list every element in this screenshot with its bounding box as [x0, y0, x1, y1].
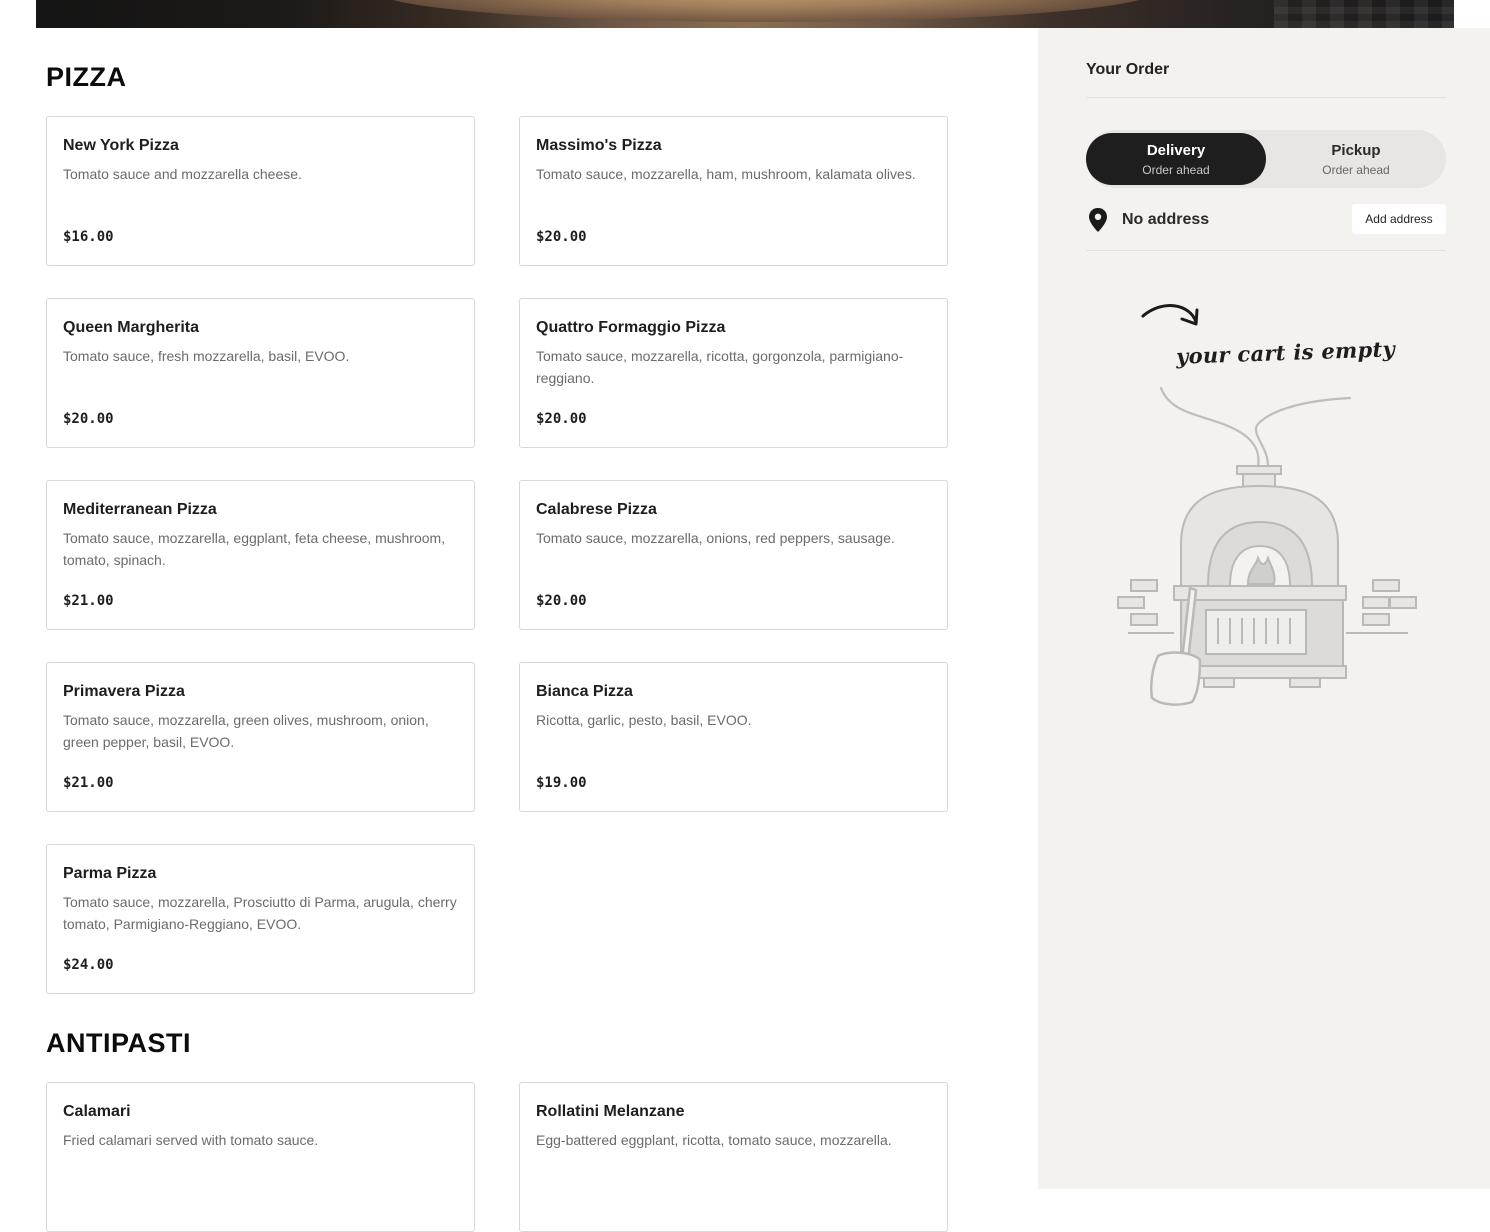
- menu-item-description: Tomato sauce, fresh mozzarella, basil, E…: [63, 348, 350, 364]
- menu-item-price: $21.00: [63, 593, 114, 609]
- delivery-label: Delivery: [1146, 142, 1206, 159]
- menu-item-description: Ricotta, garlic, pesto, basil, EVOO.: [536, 712, 752, 728]
- add-address-button[interactable]: Add address: [1352, 204, 1446, 234]
- address-row: No address Add address: [1086, 204, 1446, 236]
- menu-item-price: $20.00: [536, 229, 587, 245]
- menu-item-price: $19.00: [536, 775, 587, 791]
- curved-arrow-icon: [1141, 304, 1199, 326]
- menu-item-price: $20.00: [536, 411, 587, 427]
- menu-item-name: Queen Margherita: [63, 319, 200, 336]
- hero-image: [36, 0, 1454, 28]
- menu-item-name: Calamari: [63, 1103, 131, 1120]
- menu-item-card[interactable]: New York Pizza Tomato sauce and mozzarel…: [46, 116, 475, 266]
- hero-pizza-shape: [376, 0, 1156, 22]
- pickup-label: Pickup: [1331, 142, 1381, 159]
- menu-item-card[interactable]: Queen Margherita Tomato sauce, fresh moz…: [46, 298, 475, 448]
- order-title: Your Order: [1086, 61, 1170, 78]
- menu-item-name: Quattro Formaggio Pizza: [536, 319, 726, 336]
- divider: [1086, 97, 1446, 98]
- menu-item-card[interactable]: Calabrese Pizza Tomato sauce, mozzarella…: [519, 480, 948, 630]
- menu-item-description: Tomato sauce, mozzarella, ham, mushroom,…: [536, 166, 916, 182]
- menu-item-price: $16.00: [63, 229, 114, 245]
- antipasti-grid: Calamari Fried calamari served with toma…: [46, 1082, 948, 1232]
- menu-item-description: Tomato sauce, mozzarella, onions, red pe…: [536, 530, 895, 546]
- menu-item-name: Calabrese Pizza: [536, 501, 657, 518]
- menu-item-description: Fried calamari served with tomato sauce.: [63, 1132, 319, 1148]
- menu-item-description: Tomato sauce, mozzarella, eggplant, feta…: [63, 530, 446, 568]
- menu-item-price: $21.00: [63, 775, 114, 791]
- menu-item-name: New York Pizza: [63, 137, 179, 154]
- menu-item-card[interactable]: Mediterranean Pizza Tomato sauce, mozzar…: [46, 480, 475, 630]
- menu-item-name: Bianca Pizza: [536, 683, 633, 700]
- order-sidebar: Your Order Delivery Order ahead Pickup O…: [1038, 28, 1490, 1189]
- menu-item-card[interactable]: Massimo's Pizza Tomato sauce, mozzarella…: [519, 116, 948, 266]
- menu-item-name: Primavera Pizza: [63, 683, 185, 700]
- section-title-pizza: PIZZA: [46, 62, 127, 92]
- menu-item-card[interactable]: Parma Pizza Tomato sauce, mozzarella, Pr…: [46, 844, 475, 994]
- menu-item-name: Massimo's Pizza: [536, 137, 662, 154]
- address-text: No address: [1122, 211, 1210, 228]
- pizza-grid: New York Pizza Tomato sauce and mozzarel…: [46, 116, 948, 994]
- menu-item-description: Tomato sauce, mozzarella, green olives, …: [63, 712, 429, 750]
- menu-item-description: Tomato sauce, mozzarella, ricotta, gorgo…: [536, 348, 904, 386]
- menu-item-name: Mediterranean Pizza: [63, 501, 217, 518]
- menu-item-name: Rollatini Melanzane: [536, 1103, 685, 1120]
- pickup-option[interactable]: Pickup Order ahead: [1266, 133, 1446, 185]
- menu-item-description: Tomato sauce, mozzarella, Prosciutto di …: [63, 894, 457, 932]
- menu-item-price: $20.00: [536, 593, 587, 609]
- menu-item-card[interactable]: Bianca Pizza Ricotta, garlic, pesto, bas…: [519, 662, 948, 812]
- section-title-antipasti: ANTIPASTI: [46, 1028, 191, 1058]
- menu-main: PIZZA New York Pizza Tomato sauce and mo…: [46, 28, 1006, 1232]
- menu-item-name: Parma Pizza: [63, 865, 157, 882]
- menu-item-card[interactable]: Rollatini Melanzane Egg-battered eggplan…: [519, 1082, 948, 1232]
- menu-item-card[interactable]: Quattro Formaggio Pizza Tomato sauce, mo…: [519, 298, 948, 448]
- pickup-sublabel: Order ahead: [1322, 163, 1390, 177]
- delivery-option[interactable]: Delivery Order ahead: [1086, 133, 1266, 185]
- divider: [1086, 250, 1446, 251]
- hero-tablecloth: [1274, 0, 1454, 28]
- menu-item-description: Egg-battered eggplant, ricotta, tomato s…: [536, 1132, 892, 1148]
- map-pin-icon: [1089, 208, 1107, 232]
- menu-item-price: $20.00: [63, 411, 114, 427]
- menu-item-card[interactable]: Primavera Pizza Tomato sauce, mozzarella…: [46, 662, 475, 812]
- menu-item-description: Tomato sauce and mozzarella cheese.: [63, 166, 302, 182]
- delivery-sublabel: Order ahead: [1142, 163, 1210, 177]
- menu-item-price: $24.00: [63, 957, 114, 973]
- menu-item-card[interactable]: Calamari Fried calamari served with toma…: [46, 1082, 475, 1232]
- fulfillment-toggle: Delivery Order ahead Pickup Order ahead: [1086, 130, 1446, 188]
